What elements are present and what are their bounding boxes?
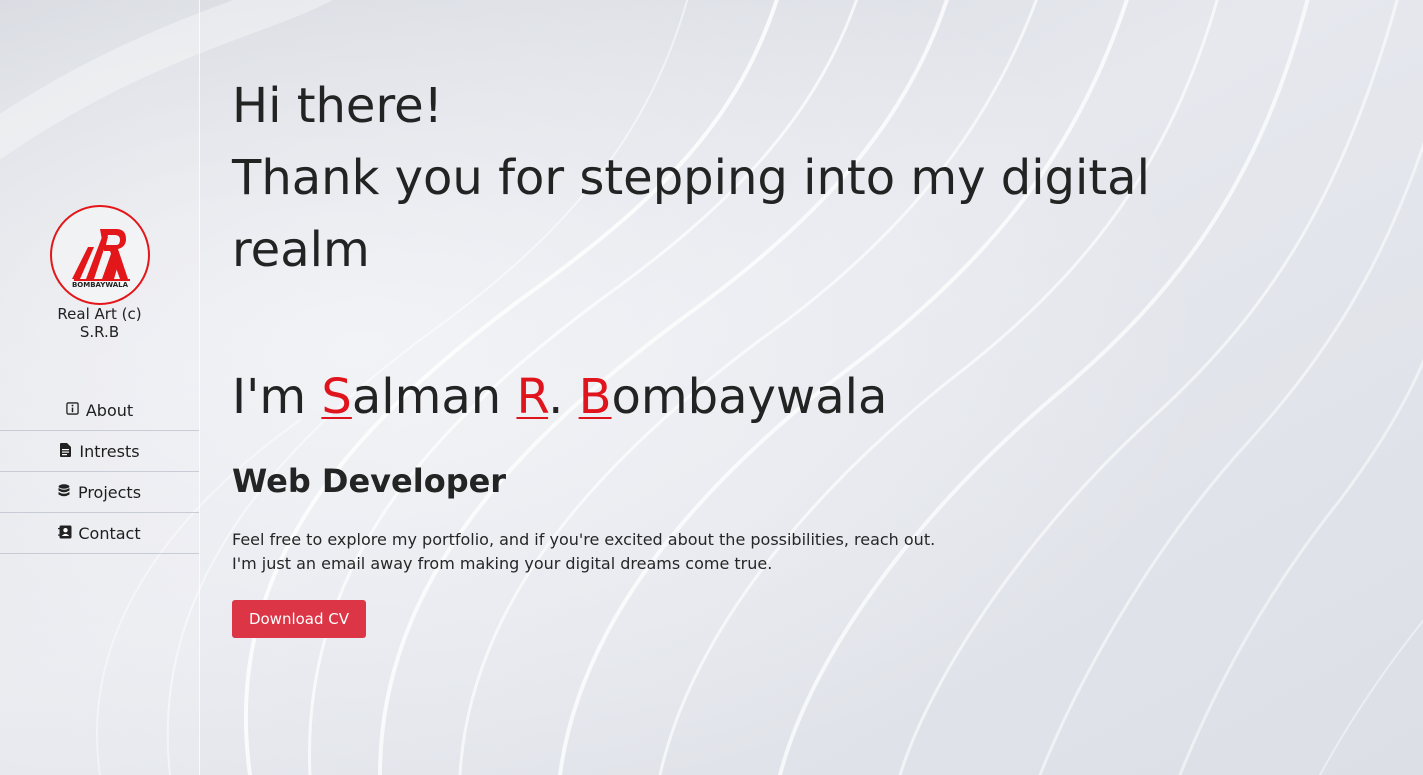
nav-item-label: Intrests — [79, 441, 140, 461]
role-title: Web Developer — [232, 462, 507, 500]
name-part3: ombaywala — [611, 369, 888, 425]
brand-name: Real Art (c) S.R.B — [0, 305, 199, 341]
intro-line2: I'm just an email away from making your … — [232, 554, 773, 573]
nav-item-projects[interactable]: Projects — [0, 472, 199, 513]
sidebar-nav: About Intrests Projects Contact — [0, 390, 199, 554]
name-part1: alman — [351, 369, 517, 425]
srb-logo-icon: BOMBAYWALA — [72, 229, 130, 289]
brand-line2: S.R.B — [79, 323, 120, 341]
intro-text: Feel free to explore my portfolio, and i… — [232, 528, 992, 576]
intro-line1: Feel free to explore my portfolio, and i… — [232, 530, 936, 549]
greeting-line1: Hi there! — [232, 78, 443, 134]
name-part2: . — [548, 369, 579, 425]
nav-item-label: Contact — [78, 523, 141, 543]
hero-section: Hi there! Thank you for stepping into my… — [232, 70, 1212, 638]
brand-logo[interactable]: BOMBAYWALA — [50, 205, 150, 305]
download-cv-button[interactable]: Download CV — [232, 600, 366, 638]
nav-item-contact[interactable]: Contact — [0, 513, 199, 554]
nav-item-label: Projects — [77, 482, 142, 502]
name-initial-s: S — [321, 369, 352, 425]
nav-item-about[interactable]: About — [0, 390, 199, 431]
sidebar: BOMBAYWALA Real Art (c) S.R.B About Intr… — [0, 0, 200, 775]
greeting-line2: Thank you for stepping into my digital r… — [232, 150, 1150, 278]
database-icon — [58, 484, 72, 498]
logo-text: BOMBAYWALA — [72, 281, 129, 289]
nav-item-interests[interactable]: Intrests — [0, 431, 199, 472]
nav-item-label: About — [85, 400, 134, 420]
name-heading: I'm Salman R. Bombaywala — [232, 362, 887, 432]
brand-line1: Real Art (c) — [57, 305, 142, 323]
greeting-heading: Hi there! Thank you for stepping into my… — [232, 70, 1212, 286]
name-initial-b: B — [578, 369, 612, 425]
name-initial-r: R — [516, 369, 549, 425]
info-square-icon — [66, 402, 80, 416]
file-text-icon — [59, 443, 73, 457]
address-book-icon — [58, 525, 72, 539]
name-prefix: I'm — [232, 369, 322, 425]
